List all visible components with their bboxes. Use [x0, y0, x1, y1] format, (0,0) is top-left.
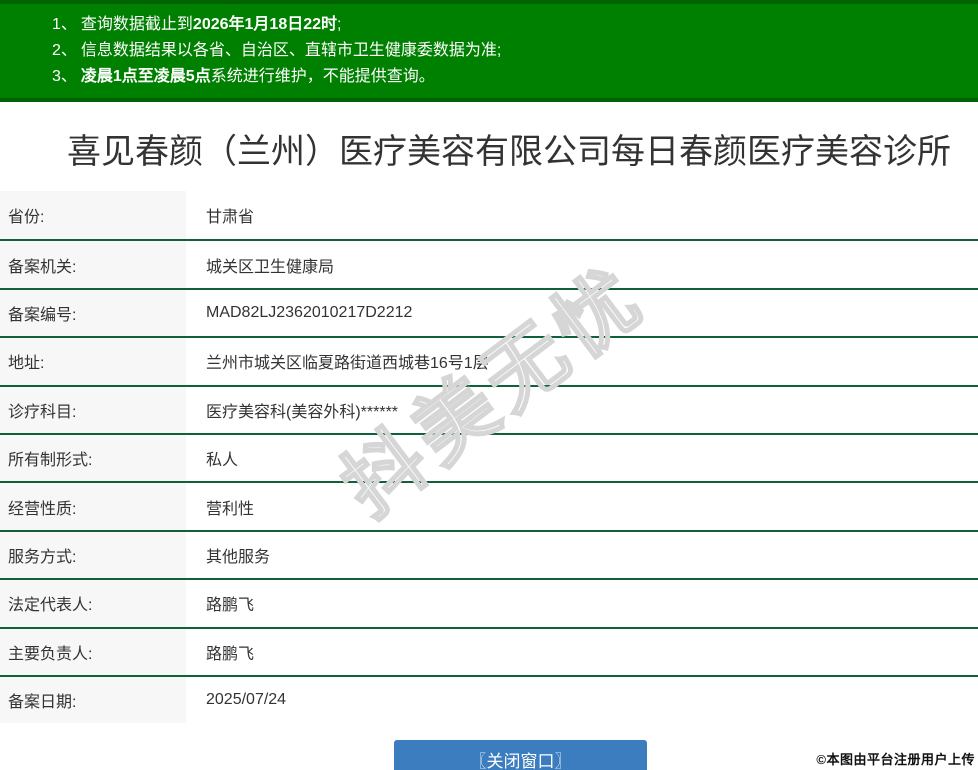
row-label: 法定代表人: [0, 580, 186, 627]
row-value: 私人 [206, 452, 239, 470]
row-value: 路鹏飞 [206, 597, 255, 615]
notice-text-bold: 2026年1月18日22时 [192, 16, 338, 33]
row-value: 路鹏飞 [206, 645, 255, 663]
notice-text: 查询数据截止到 [80, 16, 193, 33]
row-label: 经营性质: [0, 483, 186, 530]
page-title: 喜见春颜（兰州）医疗美容有限公司每日春颜医疗美容诊所 [67, 133, 951, 171]
row-label: 省份: [0, 191, 186, 240]
table-row-address: 地址: 兰州市城关区临夏路街道西城巷16号1层 [0, 336, 978, 385]
notice-line-2: 2、 信息数据结果以各省、自治区、直辖市卫生健康委数据为准; [52, 38, 958, 64]
row-value: 2025/07/24 [206, 691, 287, 709]
table-row-filing-number: 备案编号: MAD82LJ2362010217D2212 [0, 287, 978, 337]
uploaded-by-user-note: ©本图由平台注册用户上传 [816, 752, 975, 767]
notice-line-3: 3、 凌晨1点至凌晨5点系统进行维护，不能提供查询。 [52, 64, 958, 90]
notice-text-bold: 凌晨1点至凌晨5点 [80, 68, 211, 85]
row-label: 备案编号: [0, 289, 186, 337]
row-value: MAD82LJ2362010217D2212 [206, 303, 413, 321]
row-value: 医疗美容科(美容外科)****** [206, 403, 399, 421]
row-label: 地址: [0, 338, 186, 385]
notice-line-1: 1、 查询数据截止到2026年1月18日22时; [52, 12, 958, 38]
table-row-filing-date: 备案日期: 2025/07/24 [0, 674, 978, 724]
table-row-clinical-departments: 诊疗科目: 医疗美容科(美容外科)****** [0, 384, 978, 433]
row-value: 兰州市城关区临夏路街道西城巷16号1层 [206, 355, 489, 373]
notice-number: 2、 [52, 42, 77, 59]
table-row-operating-nature: 经营性质: 营利性 [0, 481, 978, 530]
row-value: 营利性 [206, 500, 255, 518]
row-label: 备案日期: [0, 676, 186, 724]
row-value: 甘肃省 [206, 209, 255, 227]
row-label: 主要负责人: [0, 628, 186, 675]
notice-text: 系统进行维护，不能提供查询。 [210, 68, 435, 85]
row-value: 其他服务 [206, 548, 271, 566]
table-row-ownership-form: 所有制形式: 私人 [0, 432, 978, 482]
row-label: 诊疗科目: [0, 386, 186, 433]
notice-number: 3、 [52, 68, 77, 85]
row-label: 服务方式: [0, 531, 186, 579]
row-label: 备案机关: [0, 241, 186, 288]
table-row-filing-authority: 备案机关: 城关区卫生健康局 [0, 239, 978, 288]
row-label: 所有制形式: [0, 434, 186, 482]
row-value: 城关区卫生健康局 [206, 258, 335, 276]
notice-bar: 1、 查询数据截止到2026年1月18日22时; 2、 信息数据结果以各省、自治区、… [0, 0, 978, 102]
notice-number: 1、 [52, 16, 77, 33]
table-row-service-mode: 服务方式: 其他服务 [0, 529, 978, 579]
table-row-main-person-in-charge: 主要负责人: 路鹏飞 [0, 626, 978, 675]
table-row-province: 省份: 甘肃省 [0, 191, 978, 240]
close-window-button[interactable]: 〖关闭窗口〗 [394, 740, 647, 770]
notice-text: 信息数据结果以各省、自治区、直辖市卫生健康委数据为准; [80, 42, 502, 59]
institution-info-table: 省份: 甘肃省 备案机关: 城关区卫生健康局 备案编号: MAD82LJ2362… [0, 191, 978, 724]
table-row-legal-representative: 法定代表人: 路鹏飞 [0, 578, 978, 627]
notice-text: ; [337, 16, 342, 33]
